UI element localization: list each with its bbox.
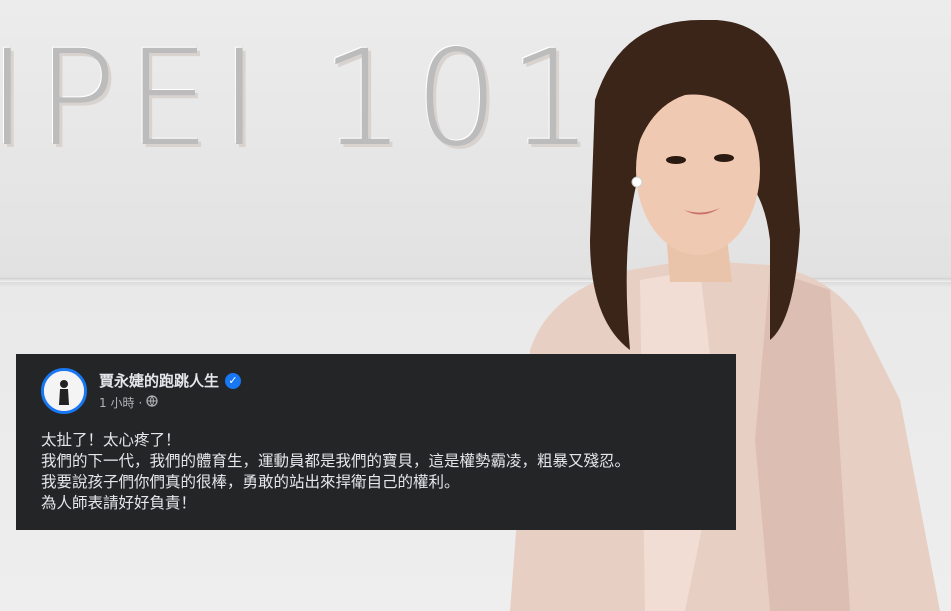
globe-icon xyxy=(146,395,158,410)
post-line: 我要說孩子們你們真的很棒，勇敢的站出來捍衛自己的權利。 xyxy=(41,473,460,491)
post-author: 賈永婕的跑跳人生 ✓ xyxy=(99,370,242,391)
post-line: 太扯了！太心疼了！ xyxy=(41,431,181,449)
post-meta: 1 小時 · xyxy=(99,394,158,411)
post-line: 我們的下一代，我們的體育生，運動員都是我們的寶貝，這是權勢霸凌，粗暴又殘忍。 xyxy=(41,452,631,470)
facebook-post-card: 賈永婕的跑跳人生 ✓ 1 小時 · 太扯了！太心疼了！ 我們的下一代，我們的體育… xyxy=(16,354,736,530)
verified-badge-icon: ✓ xyxy=(225,372,242,389)
author-name[interactable]: 賈永婕的跑跳人生 xyxy=(99,370,219,391)
author-avatar[interactable] xyxy=(41,368,87,414)
post-timestamp[interactable]: 1 小時 xyxy=(99,394,134,411)
post-body: 太扯了！太心疼了！ 我們的下一代，我們的體育生，運動員都是我們的寶貝，這是權勢霸… xyxy=(41,430,731,514)
avatar-figure-icon xyxy=(44,371,84,411)
meta-separator: · xyxy=(138,395,143,410)
post-line: 為人師表請好好負責！ xyxy=(41,494,197,512)
